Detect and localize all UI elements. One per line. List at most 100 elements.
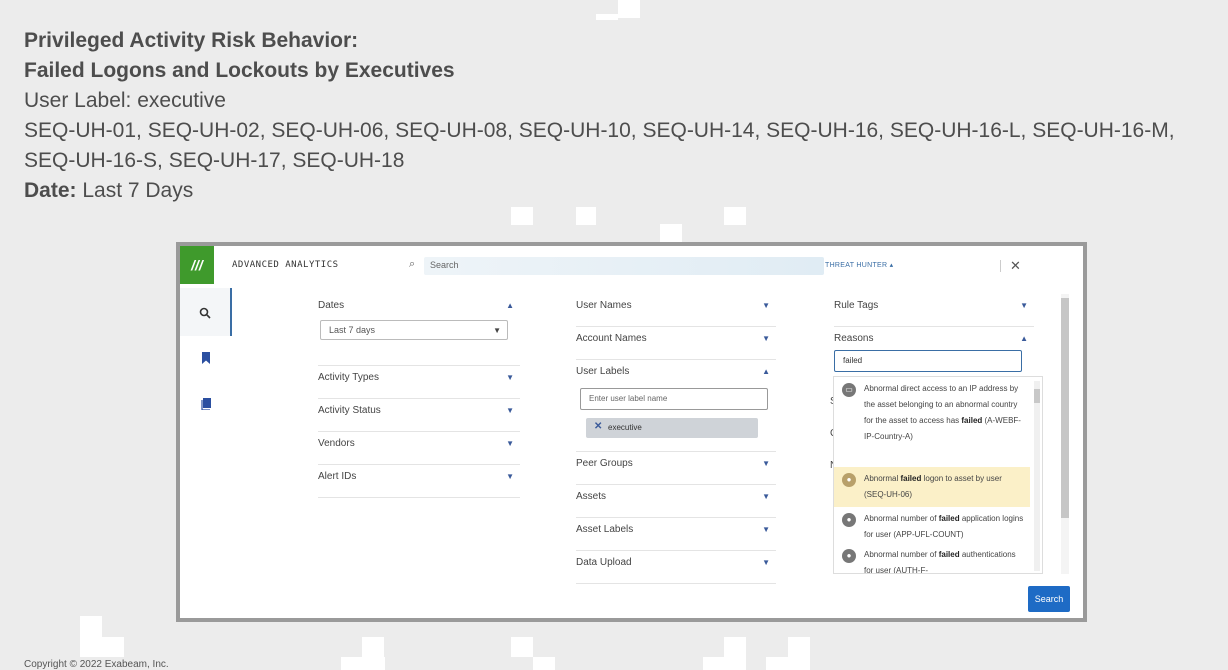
notebook-icon[interactable] [180, 398, 232, 420]
bg-deco [511, 637, 533, 657]
user-label-input[interactable]: Enter user label name [580, 388, 768, 410]
dates-select[interactable]: Last 7 days ▼ [320, 320, 508, 340]
bg-deco [618, 0, 640, 18]
reasons-query: failed [843, 356, 863, 365]
filter-user-names[interactable]: User Names ▼ [576, 294, 776, 327]
filter-peer-groups[interactable]: Peer Groups ▼ [576, 452, 776, 485]
reason-match: failed [900, 474, 922, 483]
filter-activity-status[interactable]: Activity Status ▼ [318, 399, 520, 432]
chevron-down-icon: ▼ [762, 334, 770, 343]
filter-asset-labels[interactable]: Asset Labels ▼ [576, 518, 776, 551]
chip-label: executive [608, 423, 642, 432]
user-label-line: User Label: executive [24, 89, 226, 112]
bg-deco [660, 224, 682, 242]
dates-select-value: Last 7 days [329, 325, 376, 335]
filter-label: Peer Groups [576, 458, 633, 469]
filter-label: User Labels [576, 366, 630, 377]
asset-icon: ▭ [842, 383, 856, 397]
chevron-down-icon: ▼ [506, 439, 514, 448]
exabeam-logo: /// [180, 246, 214, 284]
filter-label: Reasons [834, 333, 874, 344]
filter-rule-tags[interactable]: Rule Tags ▼ [834, 294, 1034, 327]
chevron-up-icon: ▲ [1020, 334, 1028, 343]
filter-assets[interactable]: Assets ▼ [576, 485, 776, 518]
bg-deco [576, 207, 596, 225]
sidebar-search-icon[interactable] [180, 288, 232, 336]
top-bar: /// ADVANCED ANALYTICS ⌕ Search THREAT H… [180, 246, 1083, 284]
filter-dates[interactable]: Dates ▲ Last 7 days ▼ [318, 294, 520, 366]
main-scrollbar[interactable] [1061, 294, 1069, 574]
remove-chip-icon[interactable]: ✕ [594, 421, 602, 432]
user-menu[interactable]: THREAT HUNTER ▴ [825, 261, 893, 269]
scrollbar-thumb[interactable] [1034, 389, 1040, 403]
user-icon: ● [842, 549, 856, 563]
scrollbar-thumb[interactable] [1061, 298, 1069, 518]
bg-deco [341, 657, 385, 670]
title-line-1: Privileged Activity Risk Behavior: [24, 29, 359, 52]
copyright: Copyright © 2022 Exabeam, Inc. [24, 659, 169, 670]
global-search-input[interactable]: Search [424, 257, 824, 275]
filter-label: Account Names [576, 333, 647, 344]
reason-option[interactable]: ● Abnormal number of failed authenticati… [834, 543, 1030, 573]
filter-column-2: User Names ▼ Account Names ▼ User Labels… [576, 294, 776, 584]
reasons-input[interactable]: failed [834, 350, 1022, 372]
filter-account-names[interactable]: Account Names ▼ [576, 327, 776, 360]
reason-match: failed [961, 416, 983, 425]
filter-label: Alert IDs [318, 471, 357, 482]
screenshot-frame: /// ADVANCED ANALYTICS ⌕ Search THREAT H… [176, 242, 1087, 622]
dropdown-scrollbar[interactable] [1034, 381, 1040, 571]
reason-option-text: Abnormal [864, 474, 901, 483]
chevron-down-icon: ▼ [762, 459, 770, 468]
chevron-down-icon: ▼ [506, 472, 514, 481]
date-value: Last 7 Days [76, 179, 194, 202]
filter-label: Vendors [318, 438, 355, 449]
filter-label: Activity Status [318, 405, 381, 416]
filter-label: Activity Types [318, 372, 379, 383]
chevron-down-icon: ▼ [762, 301, 770, 310]
user-icon: ● [842, 473, 856, 487]
app-window: /// ADVANCED ANALYTICS ⌕ Search THREAT H… [180, 246, 1083, 618]
app-title: ADVANCED ANALYTICS [232, 260, 339, 270]
search-icon: ⌕ [409, 258, 416, 270]
filter-alert-ids[interactable]: Alert IDs ▼ [318, 465, 520, 498]
filter-label: Data Upload [576, 557, 632, 568]
filter-label: User Names [576, 300, 632, 311]
filter-column-1: Dates ▲ Last 7 days ▼ Activity Types ▼ A… [318, 294, 520, 498]
bg-deco [788, 637, 810, 670]
date-label: Date: [24, 179, 77, 202]
bg-deco [596, 14, 618, 20]
bookmark-icon[interactable] [180, 352, 232, 374]
user-label-chip[interactable]: ✕ executive [586, 418, 758, 438]
chevron-down-icon: ▼ [506, 373, 514, 382]
close-icon[interactable]: ✕ [1010, 258, 1021, 274]
search-button[interactable]: Search [1028, 586, 1070, 612]
divider [1000, 260, 1001, 272]
bg-deco [511, 207, 533, 225]
bg-deco [766, 657, 788, 670]
reason-option[interactable]: ▭ Abnormal direct access to an IP addres… [834, 377, 1030, 449]
chevron-up-icon: ▲ [506, 301, 514, 310]
rules-line-2: SEQ-UH-16-S, SEQ-UH-17, SEQ-UH-18 [24, 149, 405, 172]
title-line-2: Failed Logons and Lockouts by Executives [24, 59, 455, 82]
rules-line-1: SEQ-UH-01, SEQ-UH-02, SEQ-UH-06, SEQ-UH-… [24, 119, 1175, 142]
bg-deco [533, 657, 555, 670]
chevron-down-icon: ▼ [762, 525, 770, 534]
date-line: Date: Last 7 Days [24, 176, 1214, 206]
chevron-down-icon: ▼ [1020, 301, 1028, 310]
bg-deco [724, 207, 746, 225]
chevron-up-icon: ▲ [762, 367, 770, 376]
filter-label: Dates [318, 300, 345, 311]
chevron-down-icon: ▼ [506, 406, 514, 415]
filter-vendors[interactable]: Vendors ▼ [318, 432, 520, 465]
filter-user-labels[interactable]: User Labels ▲ Enter user label name ✕ ex… [576, 360, 776, 452]
chevron-down-icon: ▼ [493, 326, 501, 335]
filter-label: Assets [576, 491, 607, 502]
bg-deco [703, 657, 725, 670]
filter-label: Asset Labels [576, 524, 634, 535]
reason-option[interactable]: ● Abnormal number of failed application … [834, 507, 1030, 547]
reason-match: failed [938, 550, 960, 559]
filter-data-upload[interactable]: Data Upload ▼ [576, 551, 776, 584]
user-label-placeholder: Enter user label name [589, 394, 668, 403]
reason-option-highlighted[interactable]: ● Abnormal failed logon to asset by user… [834, 467, 1030, 507]
filter-activity-types[interactable]: Activity Types ▼ [318, 366, 520, 399]
